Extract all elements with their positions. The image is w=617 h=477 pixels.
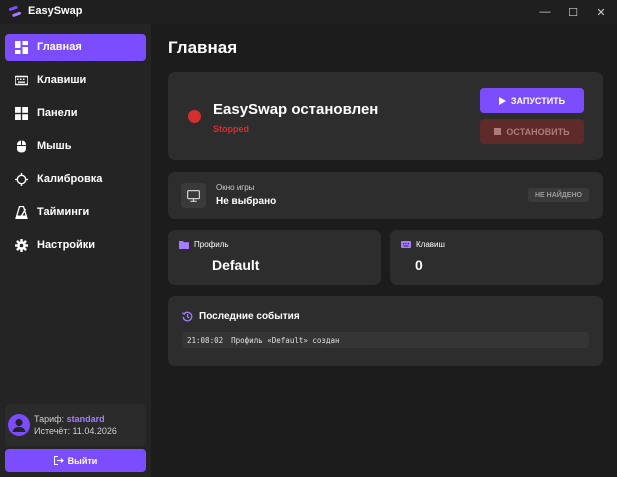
history-icon [182,311,193,322]
event-text: Профиль «Default» создан [231,335,340,345]
app-window: EasySwap — ☐ ✕ Главная Клавиши Панели Мы… [0,0,617,477]
keys-value: 0 [415,257,423,273]
monitor-icon-box [181,183,206,208]
keys-label: Клавиш [416,240,445,249]
crosshair-icon [15,173,28,186]
plan-line: Тариф: standard [34,414,105,424]
sidebar-item-home[interactable]: Главная [5,34,146,61]
plan-value: standard [66,414,105,424]
close-button[interactable]: ✕ [586,0,616,24]
game-window-label: Окно игры [216,183,255,192]
events-title: Последние события [199,311,300,322]
event-row: 21:08:02 Профиль «Default» создан [182,332,589,348]
app-title: EasySwap [28,5,83,17]
keyboard-icon [15,75,28,86]
stop-icon [494,128,502,135]
sidebar-item-label: Настройки [37,239,96,251]
minimize-button[interactable]: — [530,0,560,24]
sidebar-item-label: Мышь [37,140,72,152]
sidebar: Главная Клавиши Панели Мышь Калибровка Т… [0,24,151,477]
sidebar-item-settings[interactable]: Настройки [5,232,146,259]
grid-icon [15,107,28,120]
sidebar-item-mouse[interactable]: Мышь [5,133,146,160]
game-window-value: Не выбрано [216,196,277,207]
logout-button[interactable]: Выйти [5,449,146,472]
monitor-icon [187,189,200,202]
expiry-value: 11.04.2026 [72,426,117,436]
gear-icon [15,239,28,252]
keys-card: Клавиш 0 [390,230,603,285]
stop-label: ОСТАНОВИТЬ [506,126,570,137]
expiry-label: Истечёт: [34,426,71,436]
folder-icon [179,241,189,249]
expiry-line: Истечёт: 11.04.2026 [34,426,117,436]
start-label: ЗАПУСТИТЬ [510,95,566,106]
page-title: Главная [168,38,238,57]
play-icon [498,96,506,105]
keyboard-icon [401,241,411,248]
sidebar-item-keys[interactable]: Клавиши [5,67,146,94]
easyswap-logo-icon [8,6,21,17]
profile-value: Default [212,257,260,273]
stop-button[interactable]: ОСТАНОВИТЬ [480,119,584,144]
logout-icon [53,456,64,465]
sidebar-item-label: Клавиши [37,74,87,86]
sidebar-item-label: Панели [37,107,78,119]
profile-label: Профиль [194,240,229,249]
mouse-icon [17,140,26,153]
dashboard-icon [15,41,28,54]
sidebar-item-label: Главная [37,41,82,53]
status-subtitle: Stopped [213,124,249,134]
events-card: Последние события 21:08:02 Профиль «Defa… [168,296,603,366]
game-window-card: Окно игры Не выбрано НЕ НАЙДЕНО [168,172,603,219]
sidebar-item-calibration[interactable]: Калибровка [5,166,146,193]
profile-card: Профиль Default [168,230,381,285]
logout-label: Выйти [67,455,98,466]
sidebar-item-label: Калибровка [37,173,103,185]
title-bar: EasySwap — ☐ ✕ [0,0,617,24]
metronome-icon [15,206,28,219]
maximize-button[interactable]: ☐ [558,0,588,24]
status-indicator [188,110,201,123]
sidebar-item-timings[interactable]: Тайминги [5,199,146,226]
event-time: 21:08:02 [187,335,224,345]
status-title: EasySwap остановлен [213,101,379,118]
plan-info: Тариф: standard Истечёт: 11.04.2026 [5,404,146,446]
avatar-icon [8,414,30,436]
start-button[interactable]: ЗАПУСТИТЬ [480,88,584,113]
sidebar-item-label: Тайминги [37,206,90,218]
status-badge: НЕ НАЙДЕНО [528,188,589,202]
plan-label: Тариф: [34,414,65,424]
status-card: EasySwap остановлен Stopped ЗАПУСТИТЬ ОС… [168,72,603,160]
sidebar-item-panels[interactable]: Панели [5,100,146,127]
